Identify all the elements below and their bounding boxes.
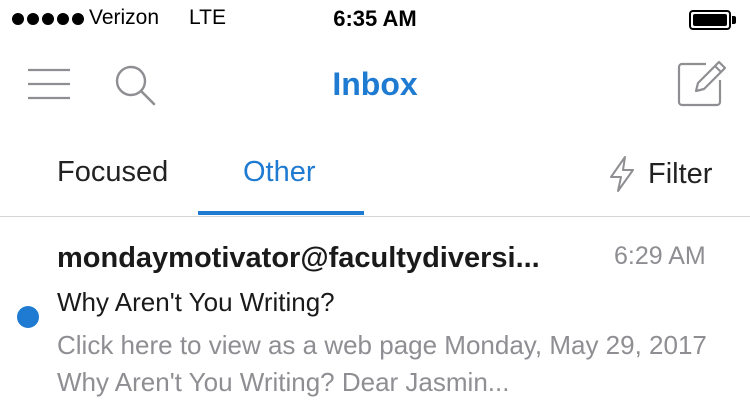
message-subject: Why Aren't You Writing? — [57, 287, 335, 317]
menu-icon[interactable] — [26, 68, 72, 102]
tab-focused[interactable]: Focused — [57, 156, 168, 189]
list-item[interactable]: mondaymotivator@facultydiversi... 6:29 A… — [0, 217, 750, 402]
filter-label: Filter — [648, 157, 713, 190]
navigation-bar: Inbox — [0, 44, 750, 124]
tab-other[interactable]: Other — [243, 156, 316, 189]
status-bar: Verizon LTE 6:35 AM — [0, 0, 750, 40]
filter-button[interactable]: Filter — [606, 152, 712, 196]
active-tab-indicator — [198, 211, 364, 215]
lightning-icon — [610, 156, 634, 192]
message-sender: mondaymotivator@facultydiversi... — [57, 242, 540, 274]
battery-icon — [689, 10, 737, 30]
inbox-tabs: Focused Other Filter — [0, 140, 750, 216]
compose-icon[interactable] — [676, 58, 727, 108]
unread-indicator — [17, 306, 39, 328]
message-time: 6:29 AM — [614, 242, 706, 270]
status-time: 6:35 AM — [333, 6, 417, 31]
search-icon[interactable] — [112, 62, 160, 110]
message-preview: Click here to view as a web page Monday,… — [57, 330, 707, 397]
